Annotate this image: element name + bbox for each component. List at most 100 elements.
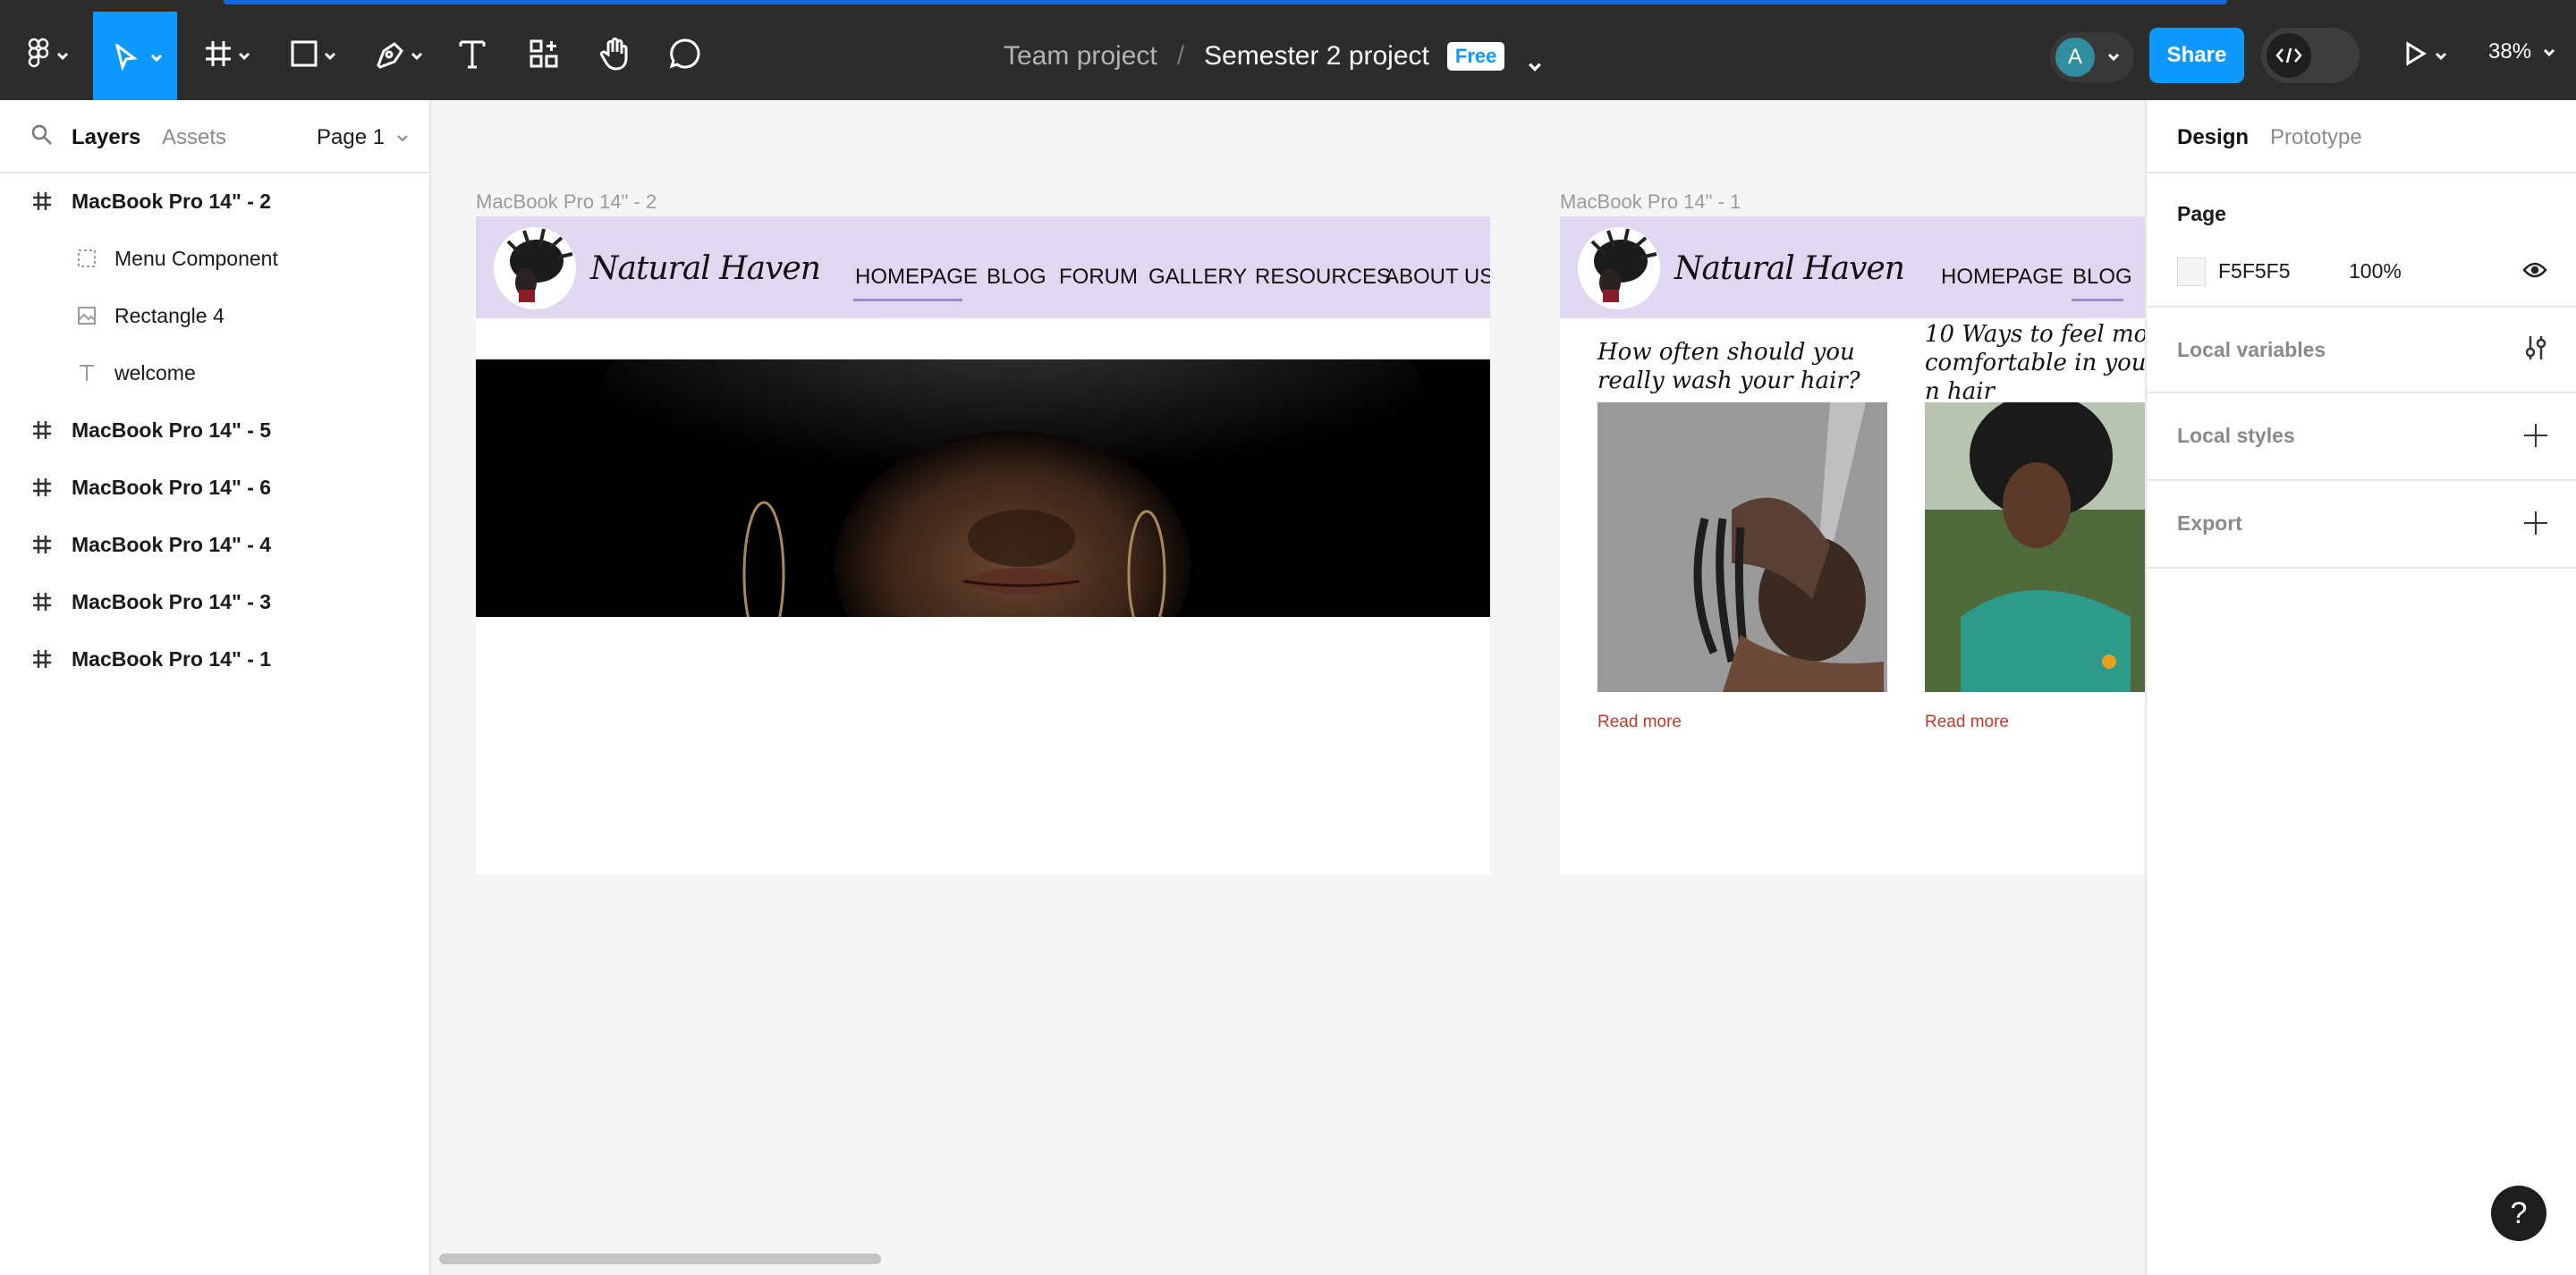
chevron-down-icon <box>2543 39 2555 57</box>
file-name[interactable]: Semester 2 project <box>1204 41 1429 72</box>
add-style-plus-icon[interactable] <box>2524 424 2547 447</box>
shape-tool-button[interactable] <box>284 34 342 77</box>
dev-mode-toggle[interactable] <box>2261 28 2360 83</box>
layer-item[interactable]: MacBook Pro 14" - 3 <box>0 577 429 627</box>
layer-item[interactable]: Rectangle 4 <box>0 291 429 341</box>
components-grid-icon <box>529 38 559 73</box>
comment-bubble-icon <box>669 38 701 74</box>
layer-label: Menu Component <box>114 246 278 270</box>
zoom-menu[interactable]: 38% <box>2488 39 2555 64</box>
tab-layers[interactable]: Layers <box>72 125 140 150</box>
chevron-down-icon <box>2107 50 2120 63</box>
layer-item[interactable]: welcome <box>0 348 429 398</box>
nav-gallery[interactable]: GALLERY <box>1148 265 1247 290</box>
hand-tool-button[interactable] <box>597 34 633 77</box>
tab-prototype[interactable]: Prototype <box>2270 125 2362 150</box>
blog-card-title: 10 Ways to feel more comfortable in your… <box>1925 321 2145 405</box>
page-section: Page F5F5F5 100% <box>2147 173 2576 308</box>
logo-text: Natural Haven <box>1674 250 1905 287</box>
help-button[interactable]: ? <box>2491 1186 2546 1241</box>
chevron-down-icon <box>396 125 409 150</box>
tab-design[interactable]: Design <box>2177 125 2249 150</box>
read-more-link[interactable]: Read more <box>1925 713 2009 732</box>
image-icon <box>75 304 98 327</box>
frame-hash-icon <box>30 476 54 499</box>
nav-resources[interactable]: RESOURCES <box>1255 265 1391 290</box>
multiplayer-avatars[interactable]: A <box>2050 32 2134 82</box>
blog-card-title: How often should you really wash your ha… <box>1597 339 1860 394</box>
nav-forum[interactable]: FORUM <box>1059 265 1138 290</box>
layer-item[interactable]: MacBook Pro 14" - 6 <box>0 462 429 512</box>
layer-item[interactable]: MacBook Pro 14" - 1 <box>0 634 429 684</box>
layer-label: MacBook Pro 14" - 1 <box>72 646 272 671</box>
menu-component[interactable]: Natural Haven HOMEPAGE BLOG FORUM GALLER… <box>476 216 1490 318</box>
frame-macbook-1[interactable]: Natural Haven HOMEPAGE BLOG How often sh… <box>1560 216 2145 874</box>
export-section: Export <box>2147 479 2576 569</box>
search-icon[interactable] <box>30 123 54 151</box>
code-brackets-icon <box>2267 33 2311 78</box>
variables-sliders-icon[interactable] <box>2524 334 2547 366</box>
horizontal-scrollbar[interactable] <box>439 1254 881 1264</box>
layer-label: MacBook Pro 14" - 5 <box>72 418 272 442</box>
page-opacity[interactable]: 100% <box>2349 259 2402 283</box>
frame-hash-icon <box>30 533 54 556</box>
nav-homepage[interactable]: HOMEPAGE <box>855 265 978 290</box>
frame-label[interactable]: MacBook Pro 14" - 2 <box>476 190 657 214</box>
design-canvas[interactable]: MacBook Pro 14" - 2 Natural Haven HOMEPA… <box>431 100 2145 1275</box>
nav-about-us[interactable]: ABOUT US <box>1385 265 1490 290</box>
tab-assets[interactable]: Assets <box>162 125 226 150</box>
pen-tool-button[interactable] <box>370 34 428 77</box>
comment-tool-button[interactable] <box>667 34 703 77</box>
breadcrumb-team[interactable]: Team project <box>1004 41 1157 72</box>
text-tool-button[interactable] <box>454 34 490 77</box>
layer-item[interactable]: Menu Component <box>0 233 429 283</box>
chevron-down-icon <box>56 49 69 62</box>
resources-tool-button[interactable] <box>526 34 562 77</box>
logo-image <box>494 227 576 309</box>
text-t-icon <box>75 361 98 384</box>
local-variables-title[interactable]: Local variables <box>2177 338 2326 362</box>
blog-card-image[interactable] <box>1925 402 2145 692</box>
share-button[interactable]: Share <box>2149 28 2244 83</box>
hand-icon <box>600 37 631 75</box>
menu-component[interactable]: Natural Haven HOMEPAGE BLOG <box>1560 216 2145 318</box>
hero-image[interactable] <box>476 359 1490 617</box>
component-instance-icon <box>75 247 98 270</box>
frame-tool-button[interactable] <box>199 34 256 77</box>
add-export-plus-icon[interactable] <box>2524 511 2547 535</box>
file-menu-chevron-icon[interactable] <box>1528 50 1542 72</box>
logo-text: Natural Haven <box>590 250 821 287</box>
nav-blog[interactable]: BLOG <box>2072 265 2132 290</box>
present-button[interactable] <box>2399 34 2453 77</box>
chevron-down-icon <box>2435 49 2447 62</box>
page-selector-label: Page 1 <box>317 125 386 149</box>
text-t-icon <box>458 38 487 73</box>
layer-item[interactable]: MacBook Pro 14" - 5 <box>0 405 429 455</box>
layer-label: MacBook Pro 14" - 2 <box>72 189 272 213</box>
frame-hash-icon <box>30 647 54 671</box>
main-menu-button[interactable] <box>23 34 73 77</box>
page-selector[interactable]: Page 1 <box>317 125 409 150</box>
breadcrumb: Team project / Semester 2 project Free <box>1004 32 1542 80</box>
nav-homepage[interactable]: HOMEPAGE <box>1941 265 2063 290</box>
move-tool-button[interactable] <box>93 12 177 100</box>
page-color-hex[interactable]: F5F5F5 <box>2218 259 2291 283</box>
page-color-swatch[interactable] <box>2177 258 2206 286</box>
left-panel-tabs: Layers Assets Page 1 <box>0 100 429 173</box>
read-more-link[interactable]: Read more <box>1597 713 1682 732</box>
logo-image <box>1578 227 1660 309</box>
nav-blog[interactable]: BLOG <box>987 265 1046 290</box>
layer-label: MacBook Pro 14" - 4 <box>72 532 272 556</box>
rectangle-icon <box>290 39 318 72</box>
layer-item[interactable]: MacBook Pro 14" - 2 <box>0 176 429 226</box>
play-icon <box>2404 40 2428 71</box>
avatar[interactable]: A <box>2055 38 2095 77</box>
blog-card-image[interactable] <box>1597 402 1887 692</box>
top-toolbar: Team project / Semester 2 project Free A… <box>0 0 2576 100</box>
frame-macbook-2[interactable]: Natural Haven HOMEPAGE BLOG FORUM GALLER… <box>476 216 1490 874</box>
layer-item[interactable]: MacBook Pro 14" - 4 <box>0 519 429 570</box>
local-styles-title[interactable]: Local styles <box>2177 424 2295 448</box>
eye-icon[interactable] <box>2522 261 2547 283</box>
export-title[interactable]: Export <box>2177 511 2242 536</box>
frame-label[interactable]: MacBook Pro 14" - 1 <box>1560 190 1741 214</box>
